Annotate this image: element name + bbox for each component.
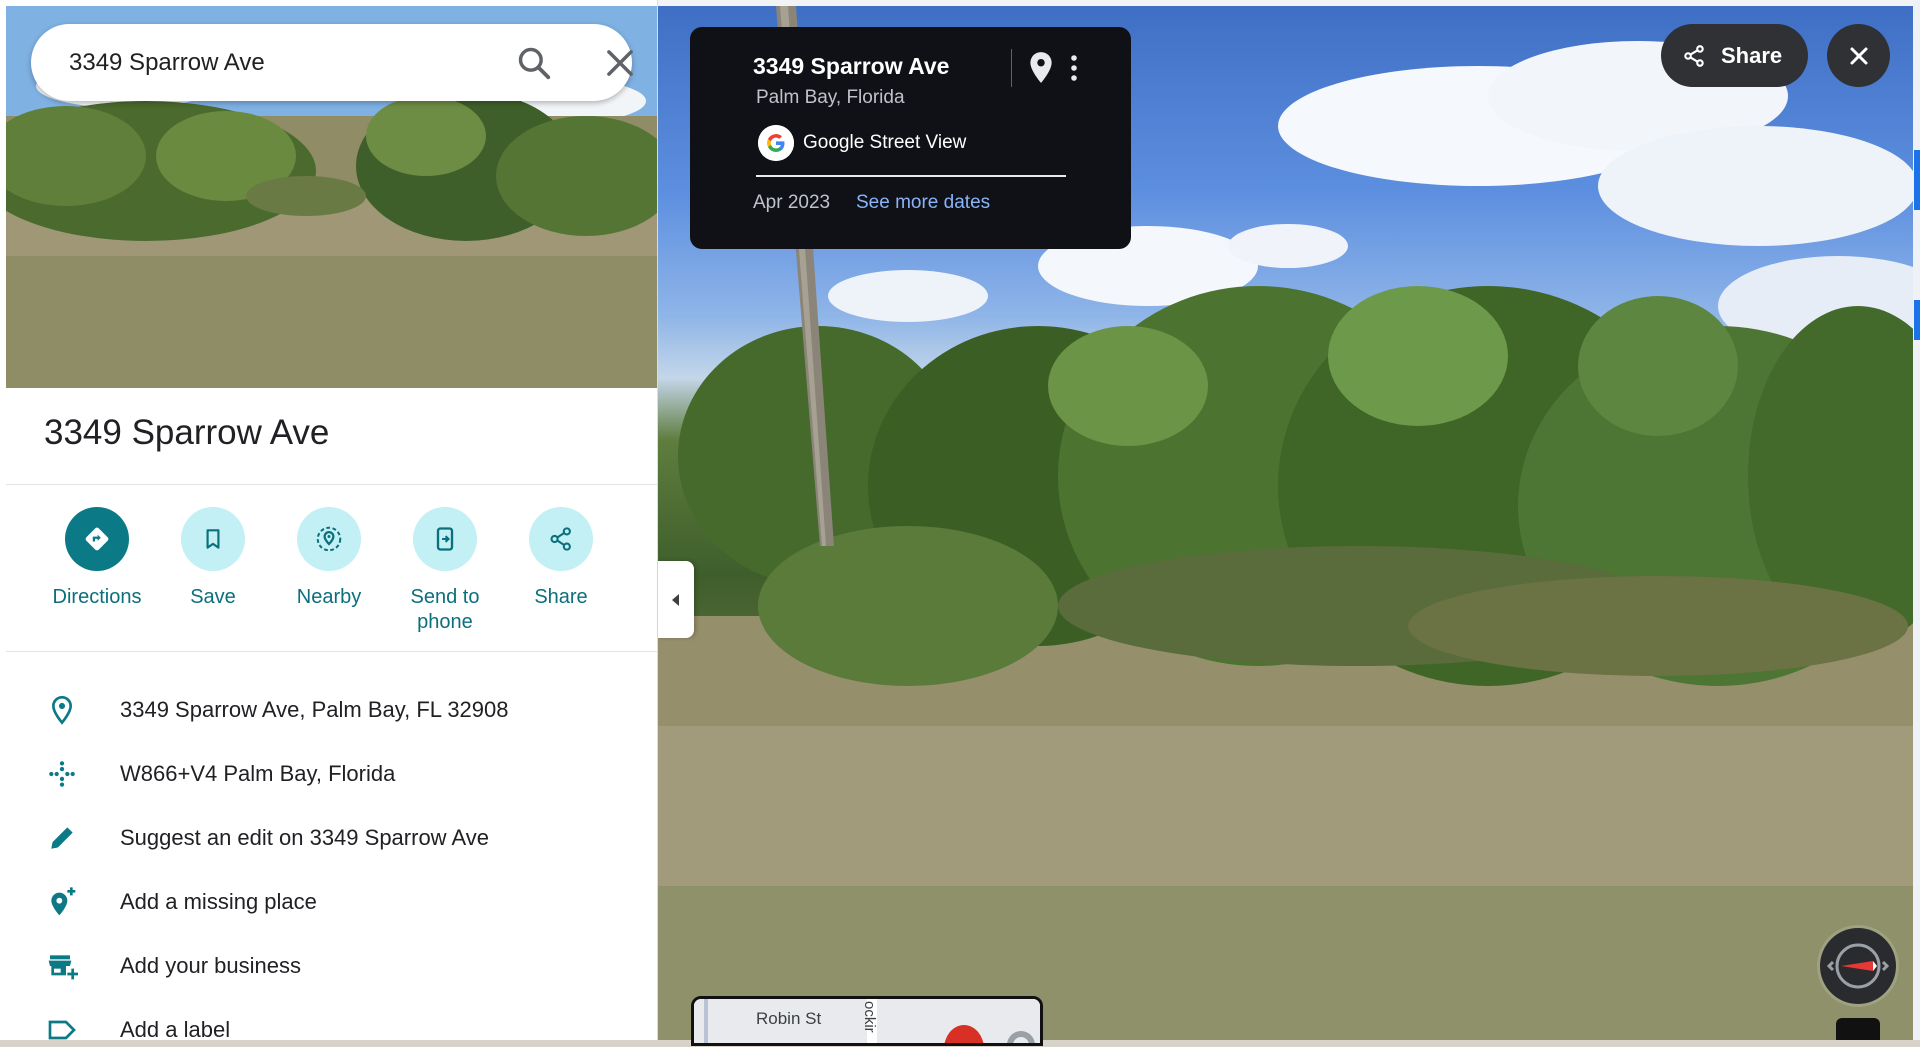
send-to-phone-label: Send to phone	[410, 586, 480, 633]
directions-label: Directions	[52, 586, 142, 608]
card-title: 3349 Sparrow Ave	[753, 53, 950, 79]
edge-mark	[1914, 150, 1920, 210]
card-divider	[756, 175, 1066, 177]
send-to-phone-button-circle	[413, 507, 477, 571]
close-icon	[607, 50, 633, 76]
divider	[6, 484, 657, 485]
directions-button[interactable]: Directions	[39, 507, 155, 610]
show-on-map-button[interactable]	[1026, 51, 1056, 87]
plus-code-text: W866+V4 Palm Bay, Florida	[120, 761, 396, 786]
right-edge-strip	[1913, 0, 1920, 1040]
capture-date: Apr 2023	[753, 192, 831, 213]
minimap-side-label: ockir	[861, 1001, 878, 1033]
add-business-text: Add your business	[120, 953, 301, 978]
see-more-dates-link[interactable]: See more dates	[856, 192, 990, 214]
search-icon	[518, 47, 551, 80]
close-street-view-button[interactable]	[1827, 24, 1890, 87]
send-to-phone-button[interactable]: Send to phone	[387, 507, 503, 635]
add-missing-place-text: Add a missing place	[120, 889, 317, 914]
share-label: Share	[1721, 42, 1783, 68]
save-button[interactable]: Save	[155, 507, 271, 610]
caret-left-icon	[672, 593, 679, 606]
add-business-icon	[48, 955, 78, 980]
suggest-edit-text: Suggest an edit on 3349 Sparrow Ave	[120, 825, 489, 850]
pencil-icon	[51, 827, 73, 849]
add-missing-place-row[interactable]: Add a missing place	[6, 870, 657, 934]
label-icon	[48, 1020, 76, 1040]
viewer-control[interactable]	[1836, 1018, 1880, 1040]
search-button[interactable]	[515, 44, 553, 82]
search-input[interactable]	[69, 48, 459, 77]
minimap-street-label: Robin St	[756, 1009, 822, 1028]
collapse-panel-button[interactable]	[658, 561, 694, 638]
directions-icon	[85, 527, 109, 551]
clear-search-button[interactable]	[601, 44, 639, 82]
bookmark-icon	[206, 529, 220, 549]
street-view-info-card: 3349 Sparrow Ave Palm Bay, Florida Googl…	[690, 27, 1131, 249]
compass-button[interactable]	[1820, 928, 1896, 1004]
map-pin-icon	[1030, 52, 1052, 83]
add-label-text: Add a label	[120, 1017, 231, 1040]
plus-code-icon	[49, 761, 75, 787]
divider	[6, 651, 657, 652]
card-separator	[1011, 49, 1012, 87]
close-icon	[1850, 47, 1867, 64]
compass-icon	[1827, 943, 1889, 989]
share-street-view-button[interactable]: Share	[1661, 24, 1808, 87]
nearby-icon	[316, 526, 342, 552]
edge-mark	[1914, 300, 1920, 340]
nearby-label: Nearby	[296, 586, 362, 608]
suggest-edit-row[interactable]: Suggest an edit on 3349 Sparrow Ave	[6, 806, 657, 870]
share-place-button[interactable]: Share	[503, 507, 619, 610]
add-label-row[interactable]: Add a label	[6, 998, 657, 1040]
nearby-button[interactable]: Nearby	[271, 507, 387, 610]
share-place-button-circle	[529, 507, 593, 571]
place-title: 3349 Sparrow Ave	[44, 413, 330, 452]
plus-code-row[interactable]: W866+V4 Palm Bay, Florida	[6, 742, 657, 806]
more-vert-icon	[1071, 55, 1077, 81]
google-logo-icon	[758, 125, 794, 161]
share-icon	[550, 527, 571, 551]
location-pin-icon	[51, 695, 73, 725]
address-row[interactable]: 3349 Sparrow Ave, Palm Bay, FL 32908	[6, 678, 657, 742]
directions-button-circle	[65, 507, 129, 571]
save-label: Save	[190, 586, 236, 608]
send-to-phone-icon	[436, 527, 454, 551]
save-button-circle	[181, 507, 245, 571]
nearby-button-circle	[297, 507, 361, 571]
add-business-row[interactable]: Add your business	[6, 934, 657, 998]
street-view-source: Google Street View	[803, 132, 967, 153]
place-panel: 3349 Sparrow Ave Directions Save	[0, 0, 658, 1040]
add-place-icon	[51, 887, 76, 916]
minimap[interactable]: Robin St ockir	[691, 996, 1043, 1046]
share-icon	[1684, 44, 1704, 67]
place-actions: Directions Save Nearby Send to phone Sha…	[24, 507, 634, 637]
share-place-label: Share	[534, 586, 588, 608]
card-subtitle: Palm Bay, Florida	[756, 87, 905, 108]
search-bar[interactable]	[31, 24, 633, 101]
more-options-button[interactable]	[1064, 51, 1084, 87]
address-text: 3349 Sparrow Ave, Palm Bay, FL 32908	[120, 697, 509, 722]
